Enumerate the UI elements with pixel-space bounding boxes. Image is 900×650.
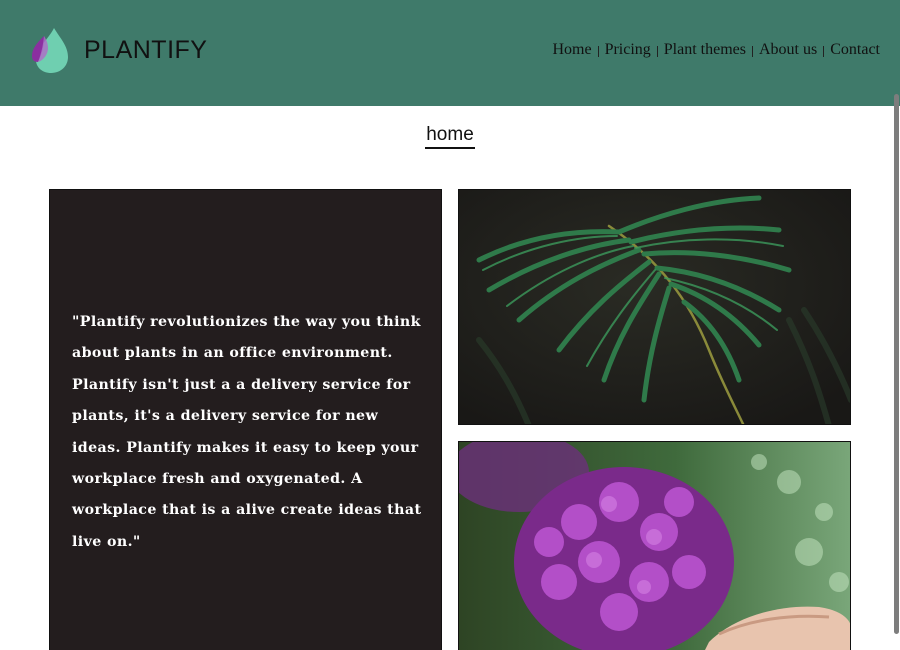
nav-pricing-link[interactable]: Pricing xyxy=(605,40,651,60)
nav-about-us-link[interactable]: About us xyxy=(759,40,817,60)
nav-plant-themes-link[interactable]: Plant themes xyxy=(664,40,746,60)
nav-separator xyxy=(752,45,753,57)
nav-home-link[interactable]: Home xyxy=(552,40,591,60)
nav-separator xyxy=(597,45,599,57)
leaf-drop-icon[interactable] xyxy=(30,26,70,74)
nav-contact-link[interactable]: Contact xyxy=(830,40,880,60)
quote-panel: "Plantify revolutionizes the way you thi… xyxy=(49,189,442,650)
quote-text: "Plantify revolutionizes the way you thi… xyxy=(72,314,422,550)
brand-name[interactable]: PLANTIFY xyxy=(84,36,207,64)
page-title-text: home xyxy=(425,124,475,149)
page-title: home xyxy=(0,124,900,149)
purple-hydrangea-photo xyxy=(458,441,851,650)
page-scrollbar[interactable] xyxy=(894,0,900,650)
nav-separator xyxy=(823,45,825,57)
palm-leaf-photo xyxy=(458,189,851,425)
nav-separator xyxy=(656,45,658,57)
scrollbar-thumb[interactable] xyxy=(894,94,899,634)
main-nav: Home Pricing Plant themes About us Conta… xyxy=(552,40,880,60)
site-header: PLANTIFY Home Pricing Plant themes About… xyxy=(0,0,900,106)
